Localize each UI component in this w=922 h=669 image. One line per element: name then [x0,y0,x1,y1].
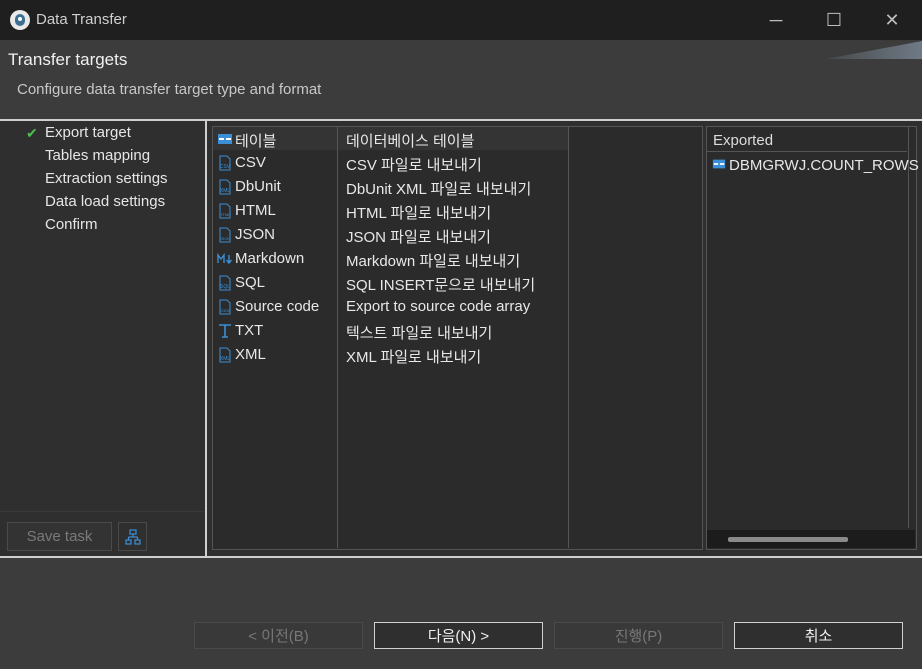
format-description[interactable]: Export to source code array [346,298,530,315]
exported-item[interactable]: DBMGRWJ.COUNT_ROWS [729,157,919,174]
html-file-icon: HTML [219,203,232,219]
proceed-button[interactable]: 진행(P) [554,622,723,649]
button-bar [0,558,922,669]
csv-file-icon: CSV [219,155,231,171]
column-divider [568,127,569,548]
format-name[interactable]: JSON [235,226,275,243]
save-task-button[interactable]: Save task [7,522,112,551]
svg-text:CODE: CODE [219,308,231,313]
close-button[interactable]: ✕ [864,0,920,40]
sql-file-icon: SQL [219,275,231,291]
next-button[interactable]: 다음(N) > [374,622,543,649]
nav-item-confirm[interactable]: Confirm [45,216,98,233]
exported-list [706,126,917,550]
nav-item-tables-mapping[interactable]: Tables mapping [45,147,150,164]
nav-item-extraction-settings[interactable]: Extraction settings [45,170,168,187]
cancel-button[interactable]: 취소 [734,622,903,649]
exported-header-label: Exported [713,132,774,149]
format-name[interactable]: Markdown [235,250,304,267]
markdown-icon [217,252,233,265]
format-description[interactable]: SQL INSERT문으로 내보내기 [346,274,535,295]
page-title: Transfer targets [8,50,128,69]
back-button[interactable]: < 이전(B) [194,622,363,649]
format-name[interactable]: Source code [235,298,319,315]
scrollbar-thumb[interactable] [728,537,848,542]
nav-item-data-load-settings[interactable]: Data load settings [45,193,165,210]
table-icon [712,159,726,169]
format-description[interactable]: CSV 파일로 내보내기 [346,154,482,175]
title-bar: Data Transfer ─ ☐ ✕ [0,0,922,41]
json-file-icon: JSON [219,227,231,243]
column-divider [337,127,338,548]
svg-text:CSV: CSV [220,164,231,170]
code-file-icon: CODE [219,299,231,315]
table-icon [218,134,232,144]
wizard-header [0,41,922,119]
xml-file-icon: XML [219,179,231,195]
task-settings-button[interactable] [118,522,147,551]
hierarchy-icon [124,528,141,545]
page-subtitle: Configure data transfer target type and … [17,81,322,98]
format-name[interactable]: TXT [235,322,263,339]
xml-file-icon: XML [219,347,231,363]
format-description[interactable]: XML 파일로 내보내기 [346,346,481,367]
window-title: Data Transfer [36,11,127,28]
format-name[interactable]: XML [235,346,266,363]
format-description[interactable]: Markdown 파일로 내보내기 [346,250,520,271]
text-icon [219,324,231,338]
format-name[interactable]: SQL [235,274,265,291]
check-icon: ✔ [26,125,38,141]
format-name[interactable]: CSV [235,154,266,171]
format-description[interactable]: 데이터베이스 테이블 [346,130,474,151]
maximize-button[interactable]: ☐ [806,0,862,40]
nav-item-export-target[interactable]: Export target [45,124,131,141]
dbeaver-app-icon [10,10,30,30]
format-description[interactable]: HTML 파일로 내보내기 [346,202,491,223]
format-name[interactable]: DbUnit [235,178,281,195]
format-description[interactable]: JSON 파일로 내보내기 [346,226,491,247]
svg-text:JSON: JSON [220,236,231,241]
column-divider [908,127,909,528]
svg-text:HTML: HTML [220,212,232,217]
format-description[interactable]: 텍스트 파일로 내보내기 [346,322,492,343]
minimize-button[interactable]: ─ [748,0,804,40]
format-name[interactable]: HTML [235,202,276,219]
svg-text:SQL: SQL [220,284,230,290]
svg-text:XML: XML [220,356,231,362]
svg-text:XML: XML [220,188,231,194]
data-transfer-window: Data Transfer ─ ☐ ✕ Transfer targets Con… [0,0,922,669]
format-name[interactable]: 테이블 [235,130,276,151]
panel-divider[interactable] [205,121,207,556]
format-description[interactable]: DbUnit XML 파일로 내보내기 [346,178,531,199]
